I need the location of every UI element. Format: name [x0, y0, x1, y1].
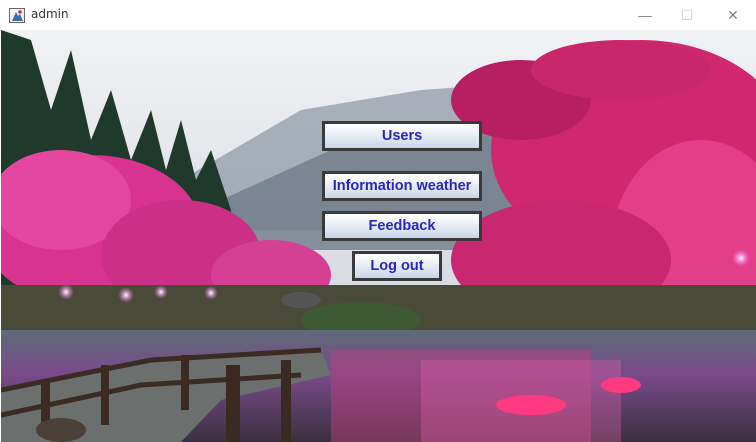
- minimize-button[interactable]: —: [622, 0, 668, 30]
- close-button[interactable]: ✕: [710, 0, 756, 30]
- title-bar: admin — ☐ ✕: [0, 0, 756, 30]
- maximize-button[interactable]: ☐: [664, 0, 710, 30]
- information-weather-button[interactable]: Information weather: [322, 171, 482, 201]
- window-title: admin: [31, 7, 69, 21]
- maximize-icon: ☐: [680, 6, 694, 23]
- logout-button[interactable]: Log out: [352, 251, 442, 281]
- app-icon: [9, 8, 25, 23]
- users-button[interactable]: Users: [322, 121, 482, 151]
- close-icon: ✕: [727, 6, 739, 23]
- feedback-button[interactable]: Feedback: [322, 211, 482, 241]
- minimize-icon: —: [638, 7, 652, 23]
